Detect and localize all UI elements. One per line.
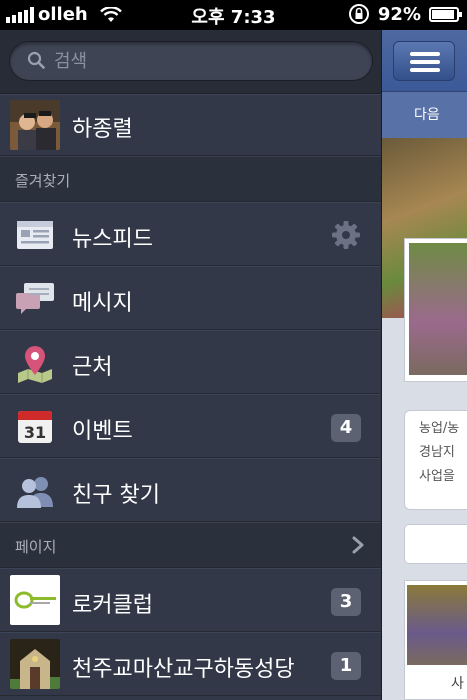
events-badge: 4: [331, 414, 361, 442]
photo-card[interactable]: 사: [404, 580, 467, 700]
side-menu: 하종렬 즐겨찾기 뉴스피드: [0, 30, 381, 700]
menu-item-label: 천주교마산교구하동성당: [72, 657, 295, 682]
avatar: [10, 100, 60, 150]
page-thumbnail: [10, 639, 60, 689]
pages-header-label: 페이지: [15, 538, 57, 556]
menu-item-messages[interactable]: 메시지: [0, 266, 381, 330]
post-text-line: 사업을: [419, 469, 455, 484]
search-area: [0, 30, 381, 94]
search-icon: [27, 51, 45, 69]
page-thumbnail: [10, 575, 60, 625]
photo-card[interactable]: [404, 238, 467, 382]
pages-header[interactable]: 페이지: [0, 522, 381, 568]
search-box[interactable]: [9, 41, 373, 81]
calendar-icon: 31: [18, 411, 52, 443]
page-item-locker-club[interactable]: 로커클럽 3: [0, 568, 381, 632]
newsfeed-icon: [17, 221, 53, 249]
menu-item-label: 뉴스피드: [72, 227, 153, 252]
menu-item-newsfeed[interactable]: 뉴스피드: [0, 202, 381, 266]
page-item-hadong-church[interactable]: 천주교마산교구하동성당 1: [0, 632, 381, 696]
favorites-header-label: 즐겨찾기: [15, 172, 71, 190]
photo: [409, 243, 467, 375]
sub-bar: 다음: [382, 92, 467, 138]
page-badge: 3: [331, 588, 361, 616]
page-badge: 1: [331, 652, 361, 680]
battery-icon: [429, 6, 462, 22]
menu-item-label: 메시지: [72, 291, 133, 316]
top-nav-bar: [382, 30, 467, 92]
profile-row[interactable]: 하종렬: [0, 94, 381, 156]
menu-item-find-friends[interactable]: 친구 찾기: [0, 458, 381, 522]
favorites-header: 즐겨찾기: [0, 156, 381, 202]
search-input[interactable]: [54, 48, 354, 74]
sub-bar-text: 다음: [414, 107, 440, 123]
gear-icon[interactable]: [331, 220, 361, 250]
messages-icon: [16, 283, 54, 314]
menu-item-label: 이벤트: [72, 419, 133, 444]
post-text-line: 농업/농: [419, 421, 460, 436]
photo: [407, 585, 467, 665]
menu-button[interactable]: [393, 41, 455, 81]
nearby-pin-icon: [18, 346, 52, 383]
rotation-lock-icon: [348, 4, 369, 24]
menu-item-label: 근처: [72, 355, 113, 380]
post-text-line: 경남지: [419, 445, 455, 460]
calendar-day: 31: [24, 423, 46, 442]
status-bar: olleh 오후 7:33 92%: [0, 0, 467, 30]
post-action-button[interactable]: [404, 524, 467, 564]
status-right: 92%: [348, 3, 462, 25]
chevron-right-icon: [352, 536, 364, 554]
profile-name: 하종렬: [72, 117, 133, 142]
main-feed-peek[interactable]: 다음 농업/농 경남지 사업을 사: [381, 30, 467, 700]
battery-percent: 92%: [377, 3, 421, 25]
post-text-box: 농업/농 경남지 사업을: [404, 410, 467, 510]
find-friends-icon: [17, 477, 53, 508]
menu-item-events[interactable]: 31 이벤트 4: [0, 394, 381, 458]
menu-item-label: 친구 찾기: [72, 483, 160, 508]
menu-item-label: 로커클럽: [72, 593, 153, 618]
photo-caption: 사: [451, 676, 464, 692]
menu-item-nearby[interactable]: 근처: [0, 330, 381, 394]
